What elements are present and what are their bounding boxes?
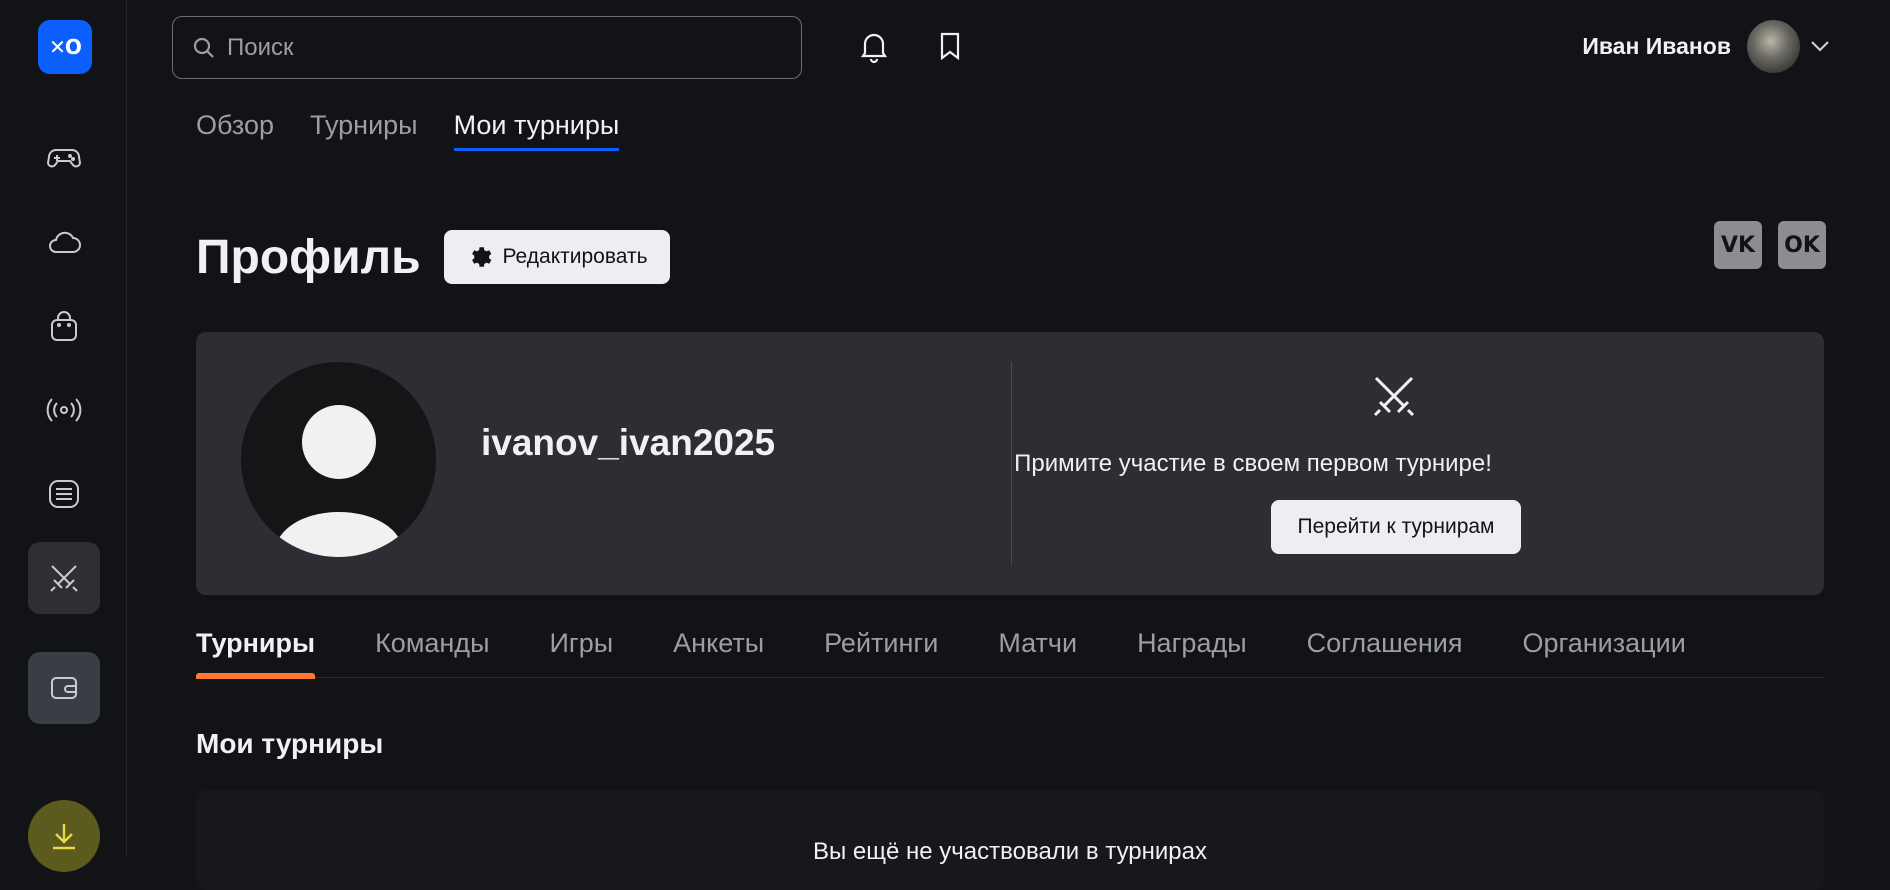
tab-section-matches[interactable]: Матчи <box>998 628 1077 678</box>
download-icon <box>53 824 75 850</box>
card-divider <box>1011 362 1012 565</box>
user-placeholder-icon <box>274 405 404 557</box>
swords-icon <box>50 565 78 592</box>
go-to-tournaments-button[interactable]: Перейти к турнирам <box>1271 500 1521 554</box>
edit-profile-button[interactable]: Редактировать <box>444 230 670 284</box>
chevron-down-icon <box>1811 41 1829 52</box>
gear-icon <box>472 247 492 267</box>
vk-icon: VK <box>1720 232 1756 258</box>
first-tournament-cta-text: Примите участие в своем первом турнире! <box>1014 450 1492 477</box>
sidebar-item-games[interactable] <box>28 122 100 194</box>
shopping-bag-icon <box>51 311 77 341</box>
user-avatar[interactable] <box>1747 20 1800 73</box>
tab-tournaments[interactable]: Турниры <box>310 110 418 151</box>
user-name[interactable]: Иван Иванов <box>1582 33 1731 60</box>
search-box[interactable] <box>172 16 802 79</box>
sidebar: ✕O <box>0 0 127 872</box>
notifications-button[interactable] <box>856 28 892 64</box>
tab-section-organizations[interactable]: Организации <box>1522 628 1685 678</box>
crossed-swords-icon <box>1370 372 1418 420</box>
sidebar-item-store[interactable] <box>28 290 100 362</box>
news-icon <box>49 480 79 508</box>
app-logo[interactable]: ✕O <box>38 20 92 74</box>
ok-icon: OK <box>1784 232 1820 258</box>
wallet-icon <box>51 677 77 699</box>
edit-profile-label: Редактировать <box>502 245 648 268</box>
tab-section-ratings[interactable]: Рейтинги <box>824 628 938 678</box>
bookmarks-button[interactable] <box>932 28 968 64</box>
tab-overview[interactable]: Обзор <box>196 110 274 151</box>
tab-section-awards[interactable]: Награды <box>1137 628 1247 678</box>
sidebar-item-streams[interactable] <box>28 374 100 446</box>
tab-section-games[interactable]: Игры <box>549 628 613 678</box>
user-menu-toggle[interactable] <box>1808 36 1832 56</box>
bookmark-icon <box>940 32 960 61</box>
sidebar-item-tournaments[interactable] <box>28 542 100 614</box>
my-tournaments-empty-text: Вы ещё не участвовали в турнирах <box>813 838 1207 865</box>
top-tabs: Обзор Турниры Мои турниры <box>196 110 619 151</box>
tab-my-tournaments[interactable]: Мои турниры <box>453 110 619 151</box>
gamepad-icon <box>46 149 82 168</box>
sidebar-item-cloud[interactable] <box>28 206 100 278</box>
tab-section-agreements[interactable]: Соглашения <box>1307 628 1463 678</box>
profile-card: ivanov_ivan2025 <box>196 332 1824 595</box>
search-input[interactable] <box>227 33 787 62</box>
sidebar-item-news[interactable] <box>28 458 100 530</box>
tab-section-tournaments[interactable]: Турниры <box>196 628 316 679</box>
profile-avatar <box>241 362 436 557</box>
sidebar-item-wallet[interactable] <box>28 652 100 724</box>
my-tournaments-title: Мои турниры <box>196 728 384 759</box>
vk-button[interactable]: VK <box>1714 221 1762 269</box>
tab-section-teams[interactable]: Команды <box>375 628 489 678</box>
search-icon <box>193 37 214 58</box>
cloud-icon <box>49 231 81 253</box>
bell-icon <box>860 33 888 64</box>
logo-text: ✕O <box>49 35 82 59</box>
page-title: Профиль <box>196 231 421 284</box>
ok-button[interactable]: OK <box>1778 221 1826 269</box>
download-button[interactable] <box>28 800 100 872</box>
broadcast-icon <box>46 398 82 422</box>
profile-username: ivanov_ivan2025 <box>481 422 776 463</box>
profile-section-tabs: Турниры Команды Игры Анкеты Рейтинги Мат… <box>196 628 1824 679</box>
tab-section-profiles[interactable]: Анкеты <box>673 628 764 678</box>
